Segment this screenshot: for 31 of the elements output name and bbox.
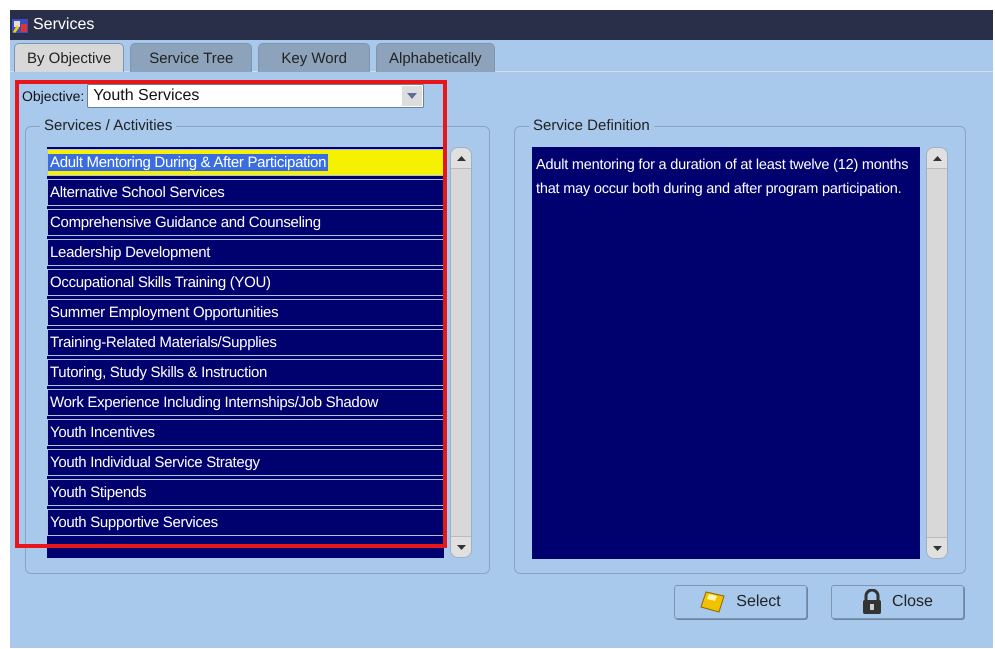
scrollbar[interactable] bbox=[450, 147, 472, 558]
list-item[interactable]: Youth Stipends bbox=[47, 479, 444, 506]
tab[interactable]: Key Word bbox=[258, 43, 370, 72]
tab[interactable]: Service Tree bbox=[130, 43, 252, 72]
list-item[interactable]: Training-Related Materials/Supplies bbox=[47, 329, 444, 356]
list-item[interactable]: Youth Incentives bbox=[47, 419, 444, 446]
padlock-icon bbox=[862, 589, 882, 615]
app-icon bbox=[11, 16, 29, 34]
list-item[interactable]: Alternative School Services bbox=[47, 179, 444, 206]
list-item[interactable]: Youth Individual Service Strategy bbox=[47, 449, 444, 476]
list-item[interactable]: Youth Supportive Services bbox=[47, 509, 444, 536]
list-item[interactable]: Tutoring, Study Skills & Instruction bbox=[47, 359, 444, 386]
field-label: Objective: bbox=[22, 88, 84, 104]
select-button[interactable]: Select bbox=[674, 585, 807, 619]
list-item[interactable]: Work Experience Including Internships/Job Shadow bbox=[47, 389, 444, 416]
close-button[interactable]: Close bbox=[831, 585, 964, 619]
list-item[interactable]: Occupational Skills Training (YOU) bbox=[47, 269, 444, 296]
scrollbar[interactable] bbox=[926, 147, 948, 559]
list-item[interactable]: Leadership Development bbox=[47, 239, 444, 266]
list-item[interactable]: Summer Employment Opportunities bbox=[47, 299, 444, 326]
definition-text: Adult mentoring for a duration of at least twelve (12) months that may occur both during and after program participation. bbox=[536, 156, 910, 199]
scroll-up-arrow-icon[interactable] bbox=[932, 156, 942, 160]
scroll-down-arrow-icon[interactable] bbox=[932, 546, 942, 550]
list-item[interactable]: Comprehensive Guidance and Counseling bbox=[47, 209, 444, 236]
tab[interactable]: By Objective bbox=[14, 43, 124, 72]
scroll-down-arrow-icon[interactable] bbox=[456, 544, 466, 550]
window-title: Services bbox=[33, 16, 94, 34]
objective-dropdown[interactable]: Youth Services bbox=[87, 84, 424, 108]
scroll-up-arrow-icon[interactable] bbox=[456, 156, 466, 160]
list-item[interactable]: Adult Mentoring During & After Participation bbox=[47, 149, 444, 176]
tab[interactable]: Alphabetically bbox=[376, 43, 495, 72]
